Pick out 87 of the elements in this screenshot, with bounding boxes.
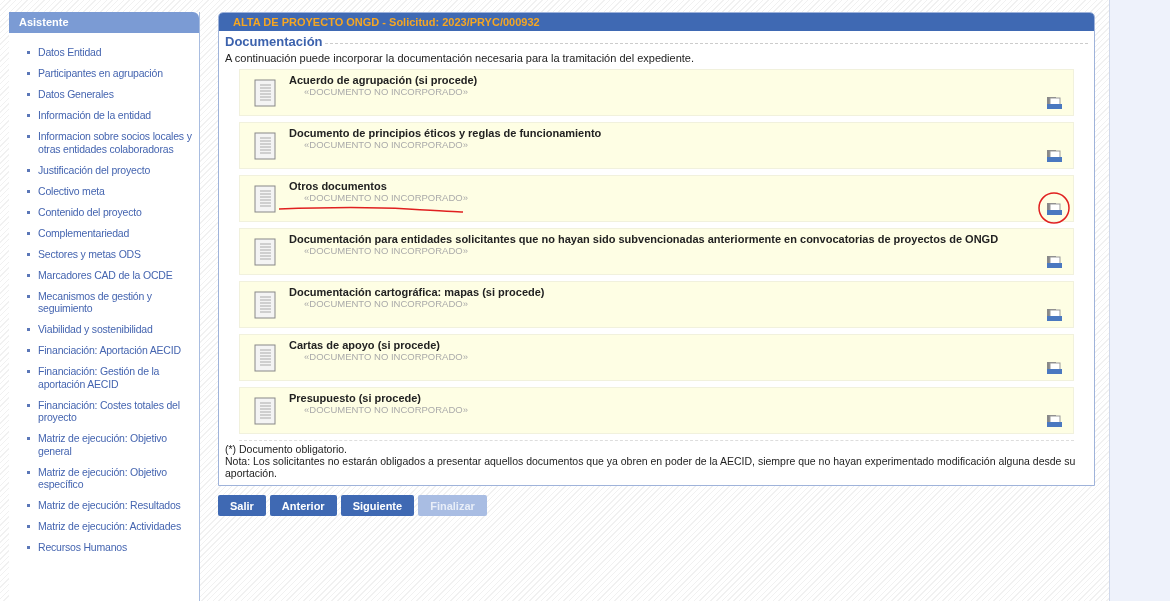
document-icon: [254, 132, 276, 160]
sidebar-link[interactable]: Financiación: Aportación AECID: [38, 344, 181, 357]
bullet-icon: [27, 252, 30, 256]
document-icon: [254, 291, 276, 319]
document-status: «DOCUMENTO NO INCORPORADO»: [304, 139, 469, 150]
bullet-icon: [27, 168, 30, 172]
folder-icon: [1046, 414, 1063, 428]
section-title: Documentación: [225, 34, 324, 49]
sidebar-link[interactable]: Matriz de ejecución: Objetivo general: [38, 432, 197, 457]
document-icon: [254, 79, 276, 107]
folder-icon: [1046, 255, 1063, 269]
folder-icon: [1046, 361, 1063, 375]
folder-button[interactable]: [1046, 96, 1063, 110]
document-title: Cartas de apoyo (si procede): [289, 339, 441, 351]
sidebar-link[interactable]: Complementariedad: [38, 226, 130, 239]
bullet-icon: [27, 349, 30, 352]
bullet-icon: [27, 370, 30, 373]
document-status: «DOCUMENTO NO INCORPORADO»: [304, 245, 469, 256]
sidebar-link[interactable]: Informacion sobre socios locales y otras entidades colaboradoras: [38, 130, 197, 155]
folder-icon: [1046, 96, 1063, 110]
document-icon: [254, 344, 276, 372]
nav-button[interactable]: Siguiente: [340, 495, 415, 516]
sidebar-link[interactable]: Información de la entidad: [38, 109, 151, 122]
note-text: Nota: Los solicitantes no estarán obligados a presentar aquellos documentos que ya obren en poder de la AECID, siempre que no hayan experimentado modificación alguna desde su aportación.: [225, 455, 1077, 479]
sidebar-link[interactable]: Financiación: Costes totales del proyecto: [38, 398, 197, 424]
sidebar-link[interactable]: Matriz de ejecución: Actividades: [38, 520, 181, 533]
sidebar-link[interactable]: Justificación del proyecto: [38, 163, 151, 176]
folder-icon: [1046, 202, 1063, 216]
bullet-icon: [27, 546, 30, 549]
sidebar-link[interactable]: Mecanismos de gestión y seguimiento: [38, 289, 197, 315]
bullet-icon: [27, 51, 30, 54]
intro-text: A continuación puede incorporar la documentación necesaria para la tramitación del expediente.: [225, 52, 696, 64]
bullet-icon: [27, 470, 30, 474]
footnote-text: (*) Documento obligatorio.: [225, 443, 348, 455]
sidebar-link[interactable]: Datos Entidad: [38, 46, 102, 59]
sidebar-link[interactable]: Colectivo meta: [38, 184, 105, 197]
folder-button[interactable]: [1046, 255, 1063, 269]
nav-button[interactable]: Salir: [218, 495, 266, 516]
folder-button[interactable]: [1046, 149, 1063, 163]
document-title: Documentación cartográfica: mapas (si procede): [289, 286, 546, 298]
bullet-icon: [27, 437, 30, 440]
sidebar-link[interactable]: Marcadores CAD de la OCDE: [38, 268, 173, 281]
sidebar-link[interactable]: Matriz de ejecución: Resultados: [38, 499, 181, 512]
nav-button[interactable]: Anterior: [269, 495, 337, 516]
document-status: «DOCUMENTO NO INCORPORADO»: [304, 298, 469, 309]
folder-button[interactable]: [1046, 308, 1063, 322]
document-status: «DOCUMENTO NO INCORPORADO»: [304, 404, 469, 415]
bullet-icon: [27, 93, 30, 96]
document-icon: [254, 397, 276, 425]
folder-button[interactable]: [1046, 361, 1063, 375]
sidebar-title: Asistente: [9, 12, 199, 33]
folder-button[interactable]: [1046, 414, 1063, 428]
document-title: Documento de principios éticos y reglas de funcionamiento: [289, 127, 603, 139]
bullet-icon: [27, 525, 30, 528]
bullet-icon: [27, 273, 30, 277]
document-title: Documentación para entidades solicitantes que no hayan sido subvencionadas anteriormente en convocatorias de proyectos de ONGD: [289, 233, 1000, 245]
circle-mark: [1037, 191, 1071, 225]
folder-button[interactable]: [1046, 202, 1063, 216]
document-icon: [254, 185, 276, 213]
bullet-icon: [27, 294, 30, 298]
bullet-icon: [27, 72, 30, 75]
sidebar-link[interactable]: Datos Generales: [38, 88, 114, 101]
bullet-icon: [27, 504, 30, 507]
document-icon: [254, 238, 276, 266]
sidebar-link[interactable]: Viabilidad y sostenibilidad: [38, 323, 153, 336]
document-title: Acuerdo de agrupación (si procede): [289, 74, 479, 86]
folder-icon: [1046, 308, 1063, 322]
bullet-icon: [27, 135, 30, 138]
document-status: «DOCUMENTO NO INCORPORADO»: [304, 86, 469, 97]
document-title: Otros documentos: [289, 180, 388, 192]
sidebar-link[interactable]: Recursos Humanos: [38, 541, 127, 554]
folder-icon: [1046, 149, 1063, 163]
sidebar-link[interactable]: Matriz de ejecución: Objetivo específico: [38, 465, 197, 491]
sidebar-link[interactable]: Financiación: Gestión de la aportación AECID: [38, 365, 197, 390]
sidebar-link[interactable]: Participantes en agrupación: [38, 67, 163, 80]
sidebar-link[interactable]: Contenido del proyecto: [38, 205, 142, 218]
bullet-icon: [27, 210, 30, 214]
bullet-icon: [27, 231, 30, 235]
panel-title: ALTA DE PROYECTO ONGD - Solicitud: 2023/PRYC/000932: [219, 13, 1094, 31]
bullet-icon: [27, 189, 30, 193]
bullet-icon: [27, 114, 30, 117]
bullet-icon: [27, 403, 30, 407]
sidebar-link[interactable]: Sectores y metas ODS: [38, 247, 141, 260]
document-status: «DOCUMENTO NO INCORPORADO»: [304, 351, 469, 362]
bullet-icon: [27, 328, 30, 331]
document-title: Presupuesto (si procede): [289, 392, 423, 404]
document-status: «DOCUMENTO NO INCORPORADO»: [304, 192, 469, 203]
